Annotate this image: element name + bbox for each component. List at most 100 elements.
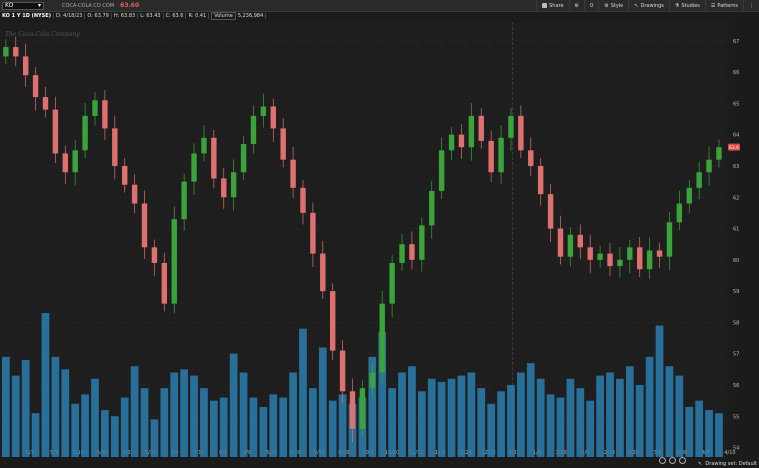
zoom-reset-icon[interactable] [669,457,676,464]
volume-bar [665,366,674,457]
y-tick-label: 55 [733,414,739,420]
volume-bar [398,372,406,457]
volume-bar [249,397,258,457]
candle-body [161,262,168,304]
candle-body [310,212,316,254]
candle-body [181,181,187,220]
candle-body [22,56,29,76]
candle-body [62,153,68,173]
volume-bar [180,369,188,457]
y-tick-label: 63 [733,164,739,170]
volume-bar [269,394,278,457]
volume-bar [616,378,624,457]
candle-body [379,303,385,373]
symbol-input[interactable]: KO ▾ [2,1,44,10]
candle-body [339,350,346,392]
drawing-set-label[interactable]: Drawing set: Default [705,461,757,467]
volume-bar [81,394,89,457]
candle-body [706,159,712,173]
candle-body [151,247,158,263]
studies-button[interactable]: ⚗ Studies [668,0,705,11]
patterns-label: Patterns [717,2,738,9]
candle-body [240,144,247,173]
volume-bar [536,378,545,457]
volume-bar [655,325,664,457]
volume-bar [417,391,426,457]
candle-body [686,187,692,204]
candle-body [369,372,376,389]
x-tick-label: 4/10 [724,450,735,456]
volume-bar [526,363,535,457]
volume-bar [576,388,585,457]
more-button[interactable]: ⋮ [743,0,759,11]
candle-body [32,75,39,98]
candle-body [42,97,49,110]
settings-value[interactable]: 0 [584,0,598,11]
volume-bar [635,385,644,457]
candle-body [359,388,366,429]
candle-body [201,137,207,154]
candle-body [230,172,237,198]
volume-bar [150,419,159,457]
price-axis [727,22,759,457]
y-tick-label: 67 [733,39,739,45]
candle-body [141,203,148,248]
volume-bar [517,372,525,457]
volume-bar [318,347,327,457]
drawings-button[interactable]: ↖ Drawings [628,0,669,11]
cursor-icon[interactable]: ↖ [698,461,702,467]
volume-bar [427,378,436,457]
candle-body [438,150,445,191]
volume-label[interactable]: Volume [211,12,236,20]
top-toolbar: KO ▾ COCA-COLA CO COM 63.60 Share ⚙ 0 ⚙ St… [0,0,759,12]
volume-bar [71,403,80,457]
candle-body [280,128,286,160]
volume-bar [170,372,179,457]
volume-bar [586,400,595,457]
volume-bar [487,403,496,457]
quote-close: C: 63.6 [164,13,187,19]
volume-bar [160,388,169,457]
volume-bar [299,328,307,457]
zoom-out-icon[interactable] [659,457,666,464]
candle-body [537,165,544,195]
candle-body [300,187,306,213]
share-button[interactable]: Share [536,0,568,11]
share-icon [542,3,548,8]
volume-bar [606,372,614,457]
volume-bar [546,394,555,457]
settings-button[interactable]: ⚙ [568,0,584,11]
volume-bar [328,400,337,457]
style-button[interactable]: ⚙ Style [598,0,628,11]
status-bar: ↖ Drawing set: Default [698,461,757,467]
candle-body [637,247,643,270]
candle-body [716,147,722,160]
candle-body [250,115,257,145]
candle-body [627,247,633,260]
candle-body [676,203,683,223]
volume-bar [11,375,20,457]
volume-bar [219,397,228,457]
chart-label[interactable]: KO 1 Y 1D (NYSE) [0,13,54,19]
zoom-in-icon[interactable] [679,457,686,464]
y-tick-label: 64 [733,133,739,139]
chevron-down-icon[interactable]: ▾ [38,2,41,9]
candle-body [329,291,336,351]
volume-bar [289,372,297,457]
candle-body [429,190,435,226]
candle-body [587,247,593,260]
volume-bar [239,372,248,457]
cursor-icon: ↖ [634,2,639,9]
candle-body [646,250,653,270]
symbol-value[interactable]: KO [5,2,13,9]
volume-bar [705,410,713,457]
price-chart[interactable]: 54555657585960616263646566675/35/95/165/… [0,0,759,468]
candle-body [260,106,267,116]
patterns-button[interactable]: ☰ Patterns [704,0,743,11]
more-icon: ⋮ [749,2,754,9]
y-tick-label: 57 [733,352,739,358]
volume-bar [120,397,129,457]
volume-bar [477,388,486,457]
volume-bar [91,378,99,457]
candle-body [448,134,455,151]
